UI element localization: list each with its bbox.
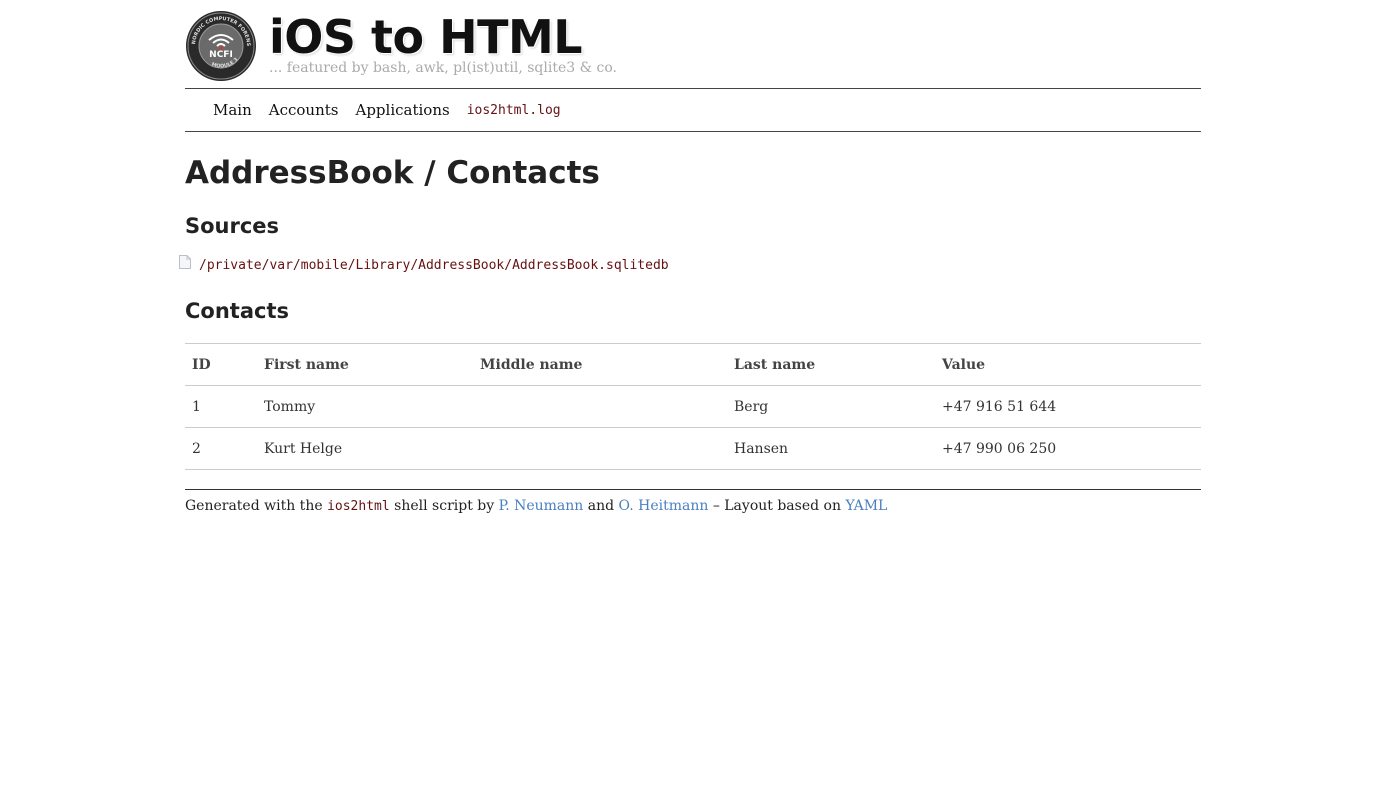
nav-item-accounts[interactable]: Accounts bbox=[269, 101, 339, 119]
source-path-link[interactable]: /private/var/mobile/Library/AddressBook/… bbox=[199, 258, 669, 273]
cell-middle-name bbox=[473, 427, 727, 470]
table-row: 2 Kurt Helge Hansen +47 990 06 250 bbox=[185, 427, 1201, 470]
nav-item-applications[interactable]: Applications bbox=[355, 101, 449, 119]
footer: Generated with the ios2html shell script… bbox=[185, 489, 1201, 514]
nav-item-main[interactable]: Main bbox=[213, 101, 252, 119]
cell-value: +47 916 51 644 bbox=[935, 385, 1201, 428]
svg-text:NCFI: NCFI bbox=[209, 50, 233, 60]
page-title: AddressBook / Contacts bbox=[185, 155, 600, 191]
table-row: 1 Tommy Berg +47 916 51 644 bbox=[185, 385, 1201, 428]
column-header-middle-name: Middle name bbox=[473, 343, 727, 386]
file-icon bbox=[179, 254, 191, 269]
cell-last-name: Berg bbox=[727, 385, 935, 428]
cell-middle-name bbox=[473, 385, 727, 428]
site-tagline: ... featured by bash, awk, pl(ist)util, … bbox=[269, 60, 617, 76]
footer-text-and: and bbox=[587, 498, 615, 514]
author-link-neumann[interactable]: P. Neumann bbox=[499, 498, 584, 514]
cell-first-name: Kurt Helge bbox=[257, 427, 473, 470]
column-header-first-name: First name bbox=[257, 343, 473, 386]
ncfi-logo: NORDIC COMPUTER FORENSIC INVESTIGATORS M… bbox=[185, 10, 256, 81]
cell-value: +47 990 06 250 bbox=[935, 427, 1201, 470]
column-header-last-name: Last name bbox=[727, 343, 935, 386]
footer-text-middle: shell script by bbox=[394, 498, 495, 514]
contacts-heading: Contacts bbox=[185, 299, 289, 323]
cell-id: 1 bbox=[185, 385, 257, 428]
nav-item-log[interactable]: ios2html.log bbox=[467, 103, 561, 118]
cell-last-name: Hansen bbox=[727, 427, 935, 470]
footer-text-layout: – Layout based on bbox=[712, 498, 841, 514]
column-header-value: Value bbox=[935, 343, 1201, 386]
sources-heading: Sources bbox=[185, 214, 280, 238]
main-nav: Main Accounts Applications ios2html.log bbox=[185, 88, 1201, 132]
column-header-id: ID bbox=[185, 343, 257, 386]
table-header-row: ID First name Middle name Last name Valu… bbox=[185, 343, 1201, 386]
footer-script-name: ios2html bbox=[327, 499, 390, 514]
cell-id: 2 bbox=[185, 427, 257, 470]
cell-first-name: Tommy bbox=[257, 385, 473, 428]
yaml-link[interactable]: YAML bbox=[845, 498, 887, 514]
site-title: iOS to HTML bbox=[269, 10, 583, 64]
author-link-heitmann[interactable]: O. Heitmann bbox=[619, 498, 709, 514]
footer-text-prefix: Generated with the bbox=[185, 498, 323, 514]
contacts-table: ID First name Middle name Last name Valu… bbox=[185, 343, 1201, 470]
source-item: /private/var/mobile/Library/AddressBook/… bbox=[179, 254, 669, 273]
